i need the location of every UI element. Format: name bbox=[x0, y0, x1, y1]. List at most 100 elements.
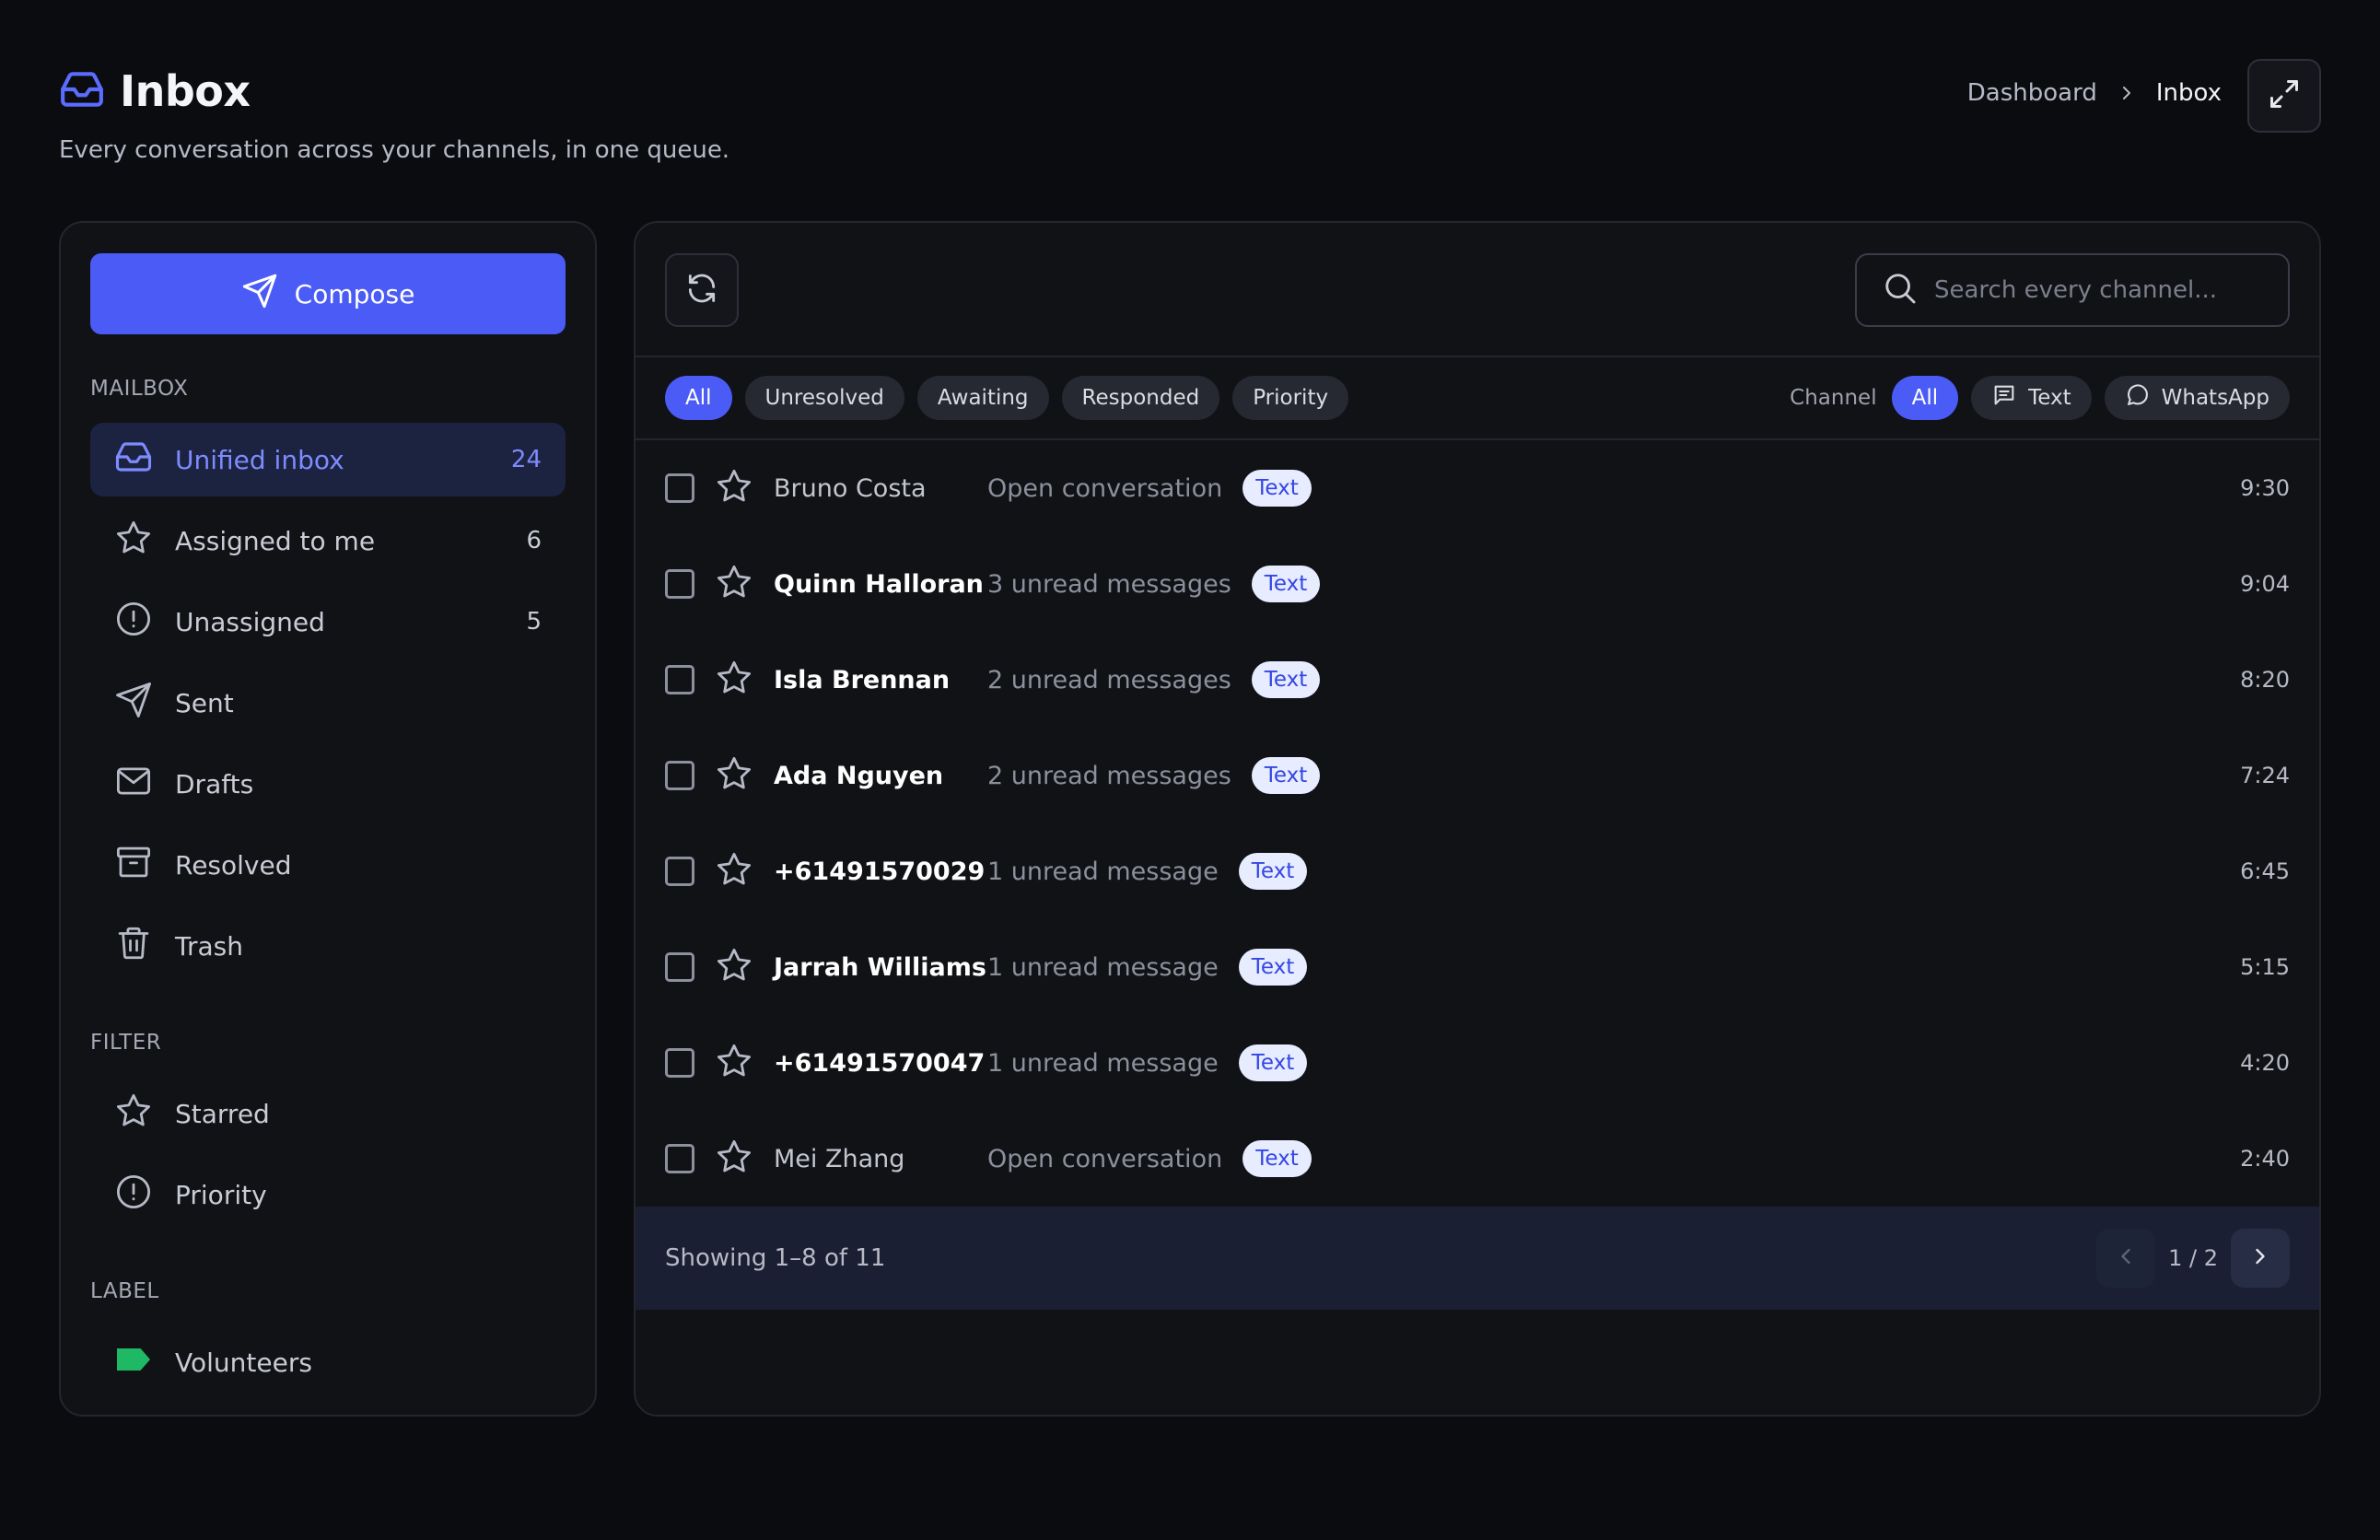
compose-label: Compose bbox=[294, 278, 415, 309]
chevron-left-icon bbox=[2113, 1243, 2139, 1273]
previous-page-button[interactable] bbox=[2096, 1229, 2156, 1288]
alert-circle-icon bbox=[114, 1172, 153, 1218]
row-preview: 1 unread message bbox=[987, 857, 1219, 886]
conversation-row[interactable]: +61491570029 1 unread message Text 6:45 bbox=[636, 823, 2319, 919]
inbox-icon bbox=[114, 438, 153, 483]
search-box[interactable] bbox=[1855, 253, 2290, 327]
message-square-icon bbox=[1991, 382, 2017, 414]
sidebar-item-unified-inbox[interactable]: Unified inbox 24 bbox=[90, 423, 566, 496]
channel-badge: Text bbox=[1242, 470, 1312, 507]
row-checkbox[interactable] bbox=[665, 857, 694, 886]
row-preview: Open conversation bbox=[987, 1144, 1223, 1173]
status-filter-responded[interactable]: Responded bbox=[1061, 376, 1220, 420]
star-icon bbox=[114, 519, 153, 564]
channel-badge: Text bbox=[1251, 661, 1321, 698]
sidebar-item-count: 5 bbox=[526, 608, 542, 636]
sidebar: Compose MAILBOX Unified inbox 24 Assigne… bbox=[59, 221, 597, 1417]
next-page-button[interactable] bbox=[2231, 1229, 2290, 1288]
row-time: 5:15 bbox=[2240, 954, 2290, 980]
row-preview: 1 unread message bbox=[987, 952, 1219, 982]
star-icon[interactable] bbox=[694, 1042, 753, 1084]
sidebar-item-count: 6 bbox=[526, 527, 542, 554]
conversation-row[interactable]: Mei Zhang Open conversation Text 2:40 bbox=[636, 1111, 2319, 1207]
row-sender: Jarrah Williams bbox=[774, 952, 986, 982]
status-filter-chips: All Unresolved Awaiting Responded Priori… bbox=[665, 376, 1349, 420]
row-checkbox[interactable] bbox=[665, 665, 694, 694]
conversation-list: Bruno Costa Open conversation Text 9:30 … bbox=[636, 440, 2319, 1207]
row-preview: 3 unread messages bbox=[987, 569, 1231, 599]
channel-filter-all[interactable]: All bbox=[1891, 376, 1959, 420]
sidebar-item-priority[interactable]: Priority bbox=[90, 1158, 566, 1231]
channel-filter: Channel All Text WhatsApp bbox=[1790, 376, 2290, 420]
sidebar-item-count: 24 bbox=[510, 446, 542, 473]
status-filter-priority[interactable]: Priority bbox=[1232, 376, 1349, 420]
refresh-button[interactable] bbox=[665, 253, 739, 327]
sidebar-item-label: Trash bbox=[175, 930, 243, 962]
row-preview: Open conversation bbox=[987, 473, 1223, 503]
conversation-row[interactable]: Bruno Costa Open conversation Text 9:30 bbox=[636, 440, 2319, 536]
star-icon[interactable] bbox=[694, 1138, 753, 1180]
channel-filter-label-text: Text bbox=[2028, 386, 2071, 410]
row-checkbox[interactable] bbox=[665, 761, 694, 790]
compose-button[interactable]: Compose bbox=[90, 253, 566, 334]
status-filter-awaiting[interactable]: Awaiting bbox=[916, 376, 1049, 420]
sidebar-item-label: Unified inbox bbox=[175, 444, 344, 475]
pagination-bar: Showing 1–8 of 11 1 / 2 bbox=[636, 1207, 2319, 1310]
channel-badge: Text bbox=[1238, 853, 1308, 890]
conversation-row[interactable]: Isla Brennan 2 unread messages Text 8:20 bbox=[636, 632, 2319, 728]
sidebar-item-label: Assigned to me bbox=[175, 525, 376, 556]
mailbox-heading: MAILBOX bbox=[90, 377, 189, 401]
pagination-summary: Showing 1–8 of 11 bbox=[665, 1244, 886, 1272]
channel-badge: Text bbox=[1251, 757, 1321, 794]
fullscreen-button[interactable] bbox=[2247, 59, 2321, 133]
label-heading: LABEL bbox=[90, 1279, 159, 1303]
tag-icon bbox=[114, 1340, 153, 1385]
sidebar-item-volunteers[interactable]: Volunteers bbox=[90, 1325, 566, 1399]
sidebar-item-sent[interactable]: Sent bbox=[90, 666, 566, 740]
row-checkbox[interactable] bbox=[665, 473, 694, 503]
star-icon[interactable] bbox=[694, 563, 753, 605]
star-icon[interactable] bbox=[694, 754, 753, 797]
channel-filter-whatsapp[interactable]: WhatsApp bbox=[2104, 376, 2290, 420]
row-checkbox[interactable] bbox=[665, 1048, 694, 1078]
sidebar-item-unassigned[interactable]: Unassigned 5 bbox=[90, 585, 566, 659]
message-circle-icon bbox=[2125, 382, 2151, 414]
row-checkbox[interactable] bbox=[665, 952, 694, 982]
star-icon[interactable] bbox=[694, 946, 753, 988]
row-checkbox[interactable] bbox=[665, 569, 694, 599]
channel-filter-text[interactable]: Text bbox=[1971, 376, 2092, 420]
channel-filter-label-whatsapp: WhatsApp bbox=[2161, 386, 2269, 410]
title-row: Inbox bbox=[59, 66, 729, 116]
filter-heading: FILTER bbox=[90, 1031, 162, 1055]
row-checkbox[interactable] bbox=[665, 1144, 694, 1173]
sidebar-item-label: Starred bbox=[175, 1098, 270, 1129]
sidebar-item-resolved[interactable]: Resolved bbox=[90, 828, 566, 902]
status-filter-all[interactable]: All bbox=[665, 376, 732, 420]
channel-badge: Text bbox=[1238, 949, 1308, 986]
conversation-row[interactable]: +61491570047 1 unread message Text 4:20 bbox=[636, 1015, 2319, 1111]
mail-icon bbox=[114, 762, 153, 807]
pager: 1 / 2 bbox=[2096, 1229, 2290, 1288]
sidebar-item-assigned-to-me[interactable]: Assigned to me 6 bbox=[90, 504, 566, 578]
star-icon[interactable] bbox=[694, 659, 753, 701]
conversation-row[interactable]: Ada Nguyen 2 unread messages Text 7:24 bbox=[636, 728, 2319, 823]
inbox-icon bbox=[59, 66, 105, 116]
sidebar-item-trash[interactable]: Trash bbox=[90, 909, 566, 983]
search-input[interactable] bbox=[1934, 276, 2262, 304]
row-preview: 1 unread message bbox=[987, 1048, 1219, 1078]
status-filter-unresolved[interactable]: Unresolved bbox=[744, 376, 904, 420]
conversation-row[interactable]: Jarrah Williams 1 unread message Text 5:… bbox=[636, 919, 2319, 1015]
star-icon[interactable] bbox=[694, 467, 753, 509]
row-sender: +61491570047 bbox=[774, 1048, 986, 1078]
sidebar-item-drafts[interactable]: Drafts bbox=[90, 747, 566, 821]
row-sender: +61491570029 bbox=[774, 857, 986, 886]
star-icon[interactable] bbox=[694, 850, 753, 892]
breadcrumb-dashboard-link[interactable]: Dashboard bbox=[1967, 79, 2097, 107]
sidebar-item-starred[interactable]: Starred bbox=[90, 1077, 566, 1150]
sidebar-item-label: Priority bbox=[175, 1179, 267, 1210]
row-time: 6:45 bbox=[2240, 858, 2290, 884]
conversation-row[interactable]: Quinn Halloran 3 unread messages Text 9:… bbox=[636, 536, 2319, 632]
channel-badge: Text bbox=[1238, 1044, 1308, 1081]
breadcrumb-current: Inbox bbox=[2155, 79, 2222, 107]
trash-icon bbox=[114, 924, 153, 969]
